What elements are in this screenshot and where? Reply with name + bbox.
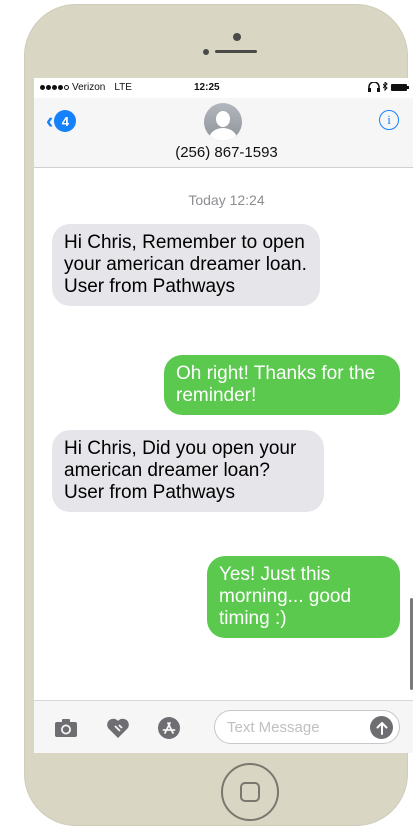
status-time: 12:25 <box>194 82 220 93</box>
phone-screen: Verizon LTE 12:25 ‹ 4 (256) 867-1593 i T… <box>34 78 413 753</box>
home-button-square <box>240 782 260 802</box>
battery-icon <box>391 83 409 91</box>
earpiece-speaker <box>215 50 257 53</box>
network-type: LTE <box>114 82 132 93</box>
status-left: Verizon LTE <box>40 82 132 93</box>
contact-avatar[interactable] <box>204 103 242 141</box>
app-store-icon[interactable] <box>157 717 181 739</box>
message-text-field[interactable] <box>214 710 400 744</box>
avatar-body <box>209 128 237 141</box>
sensor-dot <box>203 49 209 55</box>
incoming-message-bubble[interactable]: Hi Chris, Did you open your american dre… <box>52 430 324 512</box>
info-icon: i <box>387 112 391 127</box>
home-button[interactable] <box>221 763 279 821</box>
message-input-bar <box>34 700 413 753</box>
bluetooth-icon <box>383 82 388 92</box>
status-right <box>368 82 409 92</box>
camera-icon[interactable] <box>54 717 78 739</box>
headphones-icon <box>368 82 380 92</box>
message-timestamp: Today 12:24 <box>188 192 265 208</box>
message-input[interactable] <box>227 719 357 736</box>
outgoing-message-bubble[interactable]: Yes! Just this morning... good timing :) <box>207 556 400 638</box>
contact-number[interactable]: (256) 867-1593 <box>34 144 413 161</box>
back-button[interactable]: ‹ 4 <box>46 108 77 133</box>
info-button[interactable]: i <box>379 110 399 130</box>
unread-count-badge: 4 <box>54 110 77 132</box>
outgoing-message-bubble[interactable]: Oh right! Thanks for the reminder! <box>164 355 400 415</box>
front-camera-dot <box>233 33 241 41</box>
status-bar: Verizon LTE 12:25 <box>34 78 413 98</box>
signal-strength-icon <box>40 85 69 90</box>
digital-touch-heart-icon[interactable] <box>106 717 130 739</box>
incoming-message-bubble[interactable]: Hi Chris, Remember to open your american… <box>52 224 320 306</box>
carrier-name: Verizon <box>72 82 106 93</box>
chevron-left-icon: ‹ <box>46 108 54 133</box>
avatar-head <box>216 111 230 127</box>
send-arrow-icon[interactable] <box>370 716 393 739</box>
conversation-header: ‹ 4 (256) 867-1593 i <box>34 98 413 168</box>
